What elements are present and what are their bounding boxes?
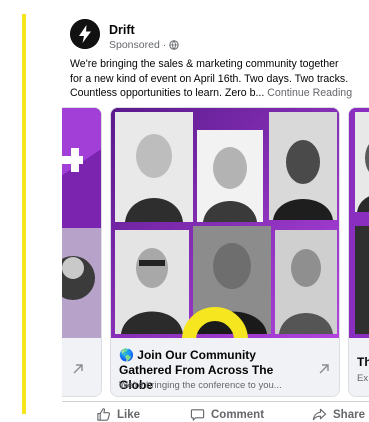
like-button[interactable]: Like [96,407,140,422]
card-image [349,108,369,338]
post-text-line-3: Countless opportunities to learn. Zero b… [70,86,369,101]
share-button[interactable]: Share [312,407,365,422]
like-label: Like [117,408,141,421]
continue-reading-link[interactable]: Continue Reading [264,87,352,99]
page-name[interactable]: Drift [109,23,135,37]
comment-label: Comment [211,408,265,421]
collage-image [349,108,369,338]
card-image [62,108,101,338]
card-footer [62,338,101,396]
drift-logo-icon[interactable] [70,19,100,49]
sponsored-text: Sponsored · [109,39,167,51]
external-arrow-icon[interactable] [71,362,85,376]
carousel-card-next[interactable]: Th Ex [348,107,369,397]
comment-icon [190,409,205,421]
post-text-line: for a new kind of event on April 16th. T… [70,72,349,85]
globe-emoji-icon: 🌎 [119,348,134,362]
ad-description: We're bringing the conference to you... [119,380,282,391]
comment-button[interactable]: Comment [190,407,264,422]
card-footer: Th Ex [349,338,369,396]
post-header: Drift Sponsored · [62,9,369,55]
next-card-headline[interactable]: Th [357,355,369,369]
card-footer: 🌎 Join Our Community Gathered From Acros… [111,338,339,396]
card-image [111,108,339,338]
speaker-collage-image [111,108,339,338]
like-icon [97,408,111,421]
carousel-card-previous[interactable] [62,107,102,397]
post-text: We're bringing the sales & marketing com… [70,57,369,101]
share-label: Share [333,408,365,421]
globe-icon[interactable] [169,40,179,50]
collage-image [62,108,101,338]
external-arrow-icon[interactable] [317,362,331,376]
post-text-line: We're bringing the sales & marketing com… [70,58,339,70]
next-card-description: Ex [357,373,369,384]
carousel-card-main[interactable]: 🌎 Join Our Community Gathered From Acros… [110,107,340,397]
sponsored-label: Sponsored · [109,39,179,51]
ad-carousel: 🌎 Join Our Community Gathered From Acros… [62,107,369,412]
share-icon [312,408,327,421]
yellow-accent-bar [22,14,26,414]
post-text-line: Countless opportunities to learn. Zero b… [70,87,265,99]
post-actions-bar: Like Comment Share [62,401,369,422]
sponsored-post: Drift Sponsored · We're bringing the sal… [62,9,369,422]
